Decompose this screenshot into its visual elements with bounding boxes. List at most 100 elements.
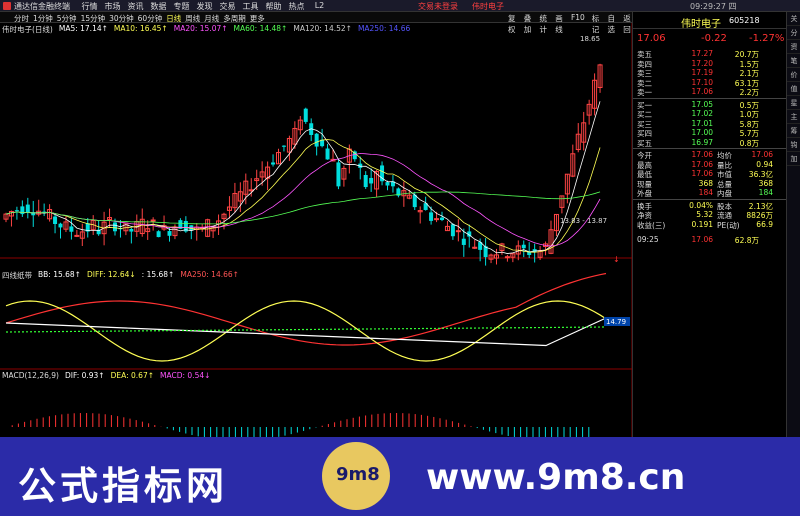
title-bar: 通达信金融终端 行情 市场 资讯 数据 专题 发现 交易 工具 帮助 热点 L2… — [0, 0, 800, 12]
ask-row[interactable]: 卖二 17.10 63.1万 — [633, 78, 793, 88]
divider — [633, 148, 793, 149]
banner-logo: 9m8 — [322, 442, 390, 510]
banner-left-text: 公式指标网 — [18, 464, 229, 508]
ask-price: 17.27 — [691, 49, 713, 58]
indicator-lines — [5, 272, 607, 362]
stat-value: 5.32 — [696, 210, 713, 219]
menu-item[interactable]: 工具 — [239, 1, 262, 12]
menu-item[interactable]: 市场 — [101, 1, 124, 12]
tick-price: 17.06 — [691, 235, 713, 244]
candle-body — [363, 175, 368, 188]
candle-body — [53, 216, 58, 225]
side-tab[interactable]: 价 — [787, 68, 800, 82]
side-tab[interactable]: 筹 — [787, 124, 800, 138]
stat-value: 368 — [758, 178, 773, 188]
period-toolbar: 分时 1分钟 5分钟 15分钟 30分钟 60分钟 日线 周线 月线 多周期 更多 复权 叠加 统计 画线… — [0, 12, 632, 34]
stat-value: 184 — [758, 188, 773, 197]
indicator-line-red — [5, 272, 607, 346]
candle-body — [113, 222, 117, 232]
legend-item: MA20: 15.07↑ — [173, 24, 228, 33]
high-annotation: 18.65 — [580, 35, 600, 43]
divider — [633, 97, 793, 99]
side-tab[interactable]: 钩 — [787, 138, 800, 152]
menu-item[interactable]: 数据 — [147, 1, 170, 12]
tick-time: 09:25 — [637, 235, 659, 244]
candle-body — [150, 219, 156, 222]
ask-price: 17.19 — [691, 68, 713, 77]
candle-body — [271, 162, 276, 165]
banner-logo-text: 9m8 — [336, 464, 380, 485]
candle-body — [429, 212, 434, 221]
side-tab[interactable]: 分 — [787, 26, 800, 40]
tick-row: 09:25 17.06 62.8万 — [633, 235, 793, 245]
app-logo-icon — [3, 2, 11, 10]
signal-icon: ↓ — [613, 255, 620, 264]
price-change-pct: -1.27% — [749, 33, 785, 44]
candle-body — [58, 223, 63, 228]
stat-row: 现量 368 总量 368 — [633, 178, 793, 189]
candle-body — [369, 177, 374, 184]
stat-row: 外盘 184 内盘 184 — [633, 188, 793, 198]
bid-row[interactable]: 买四 17.00 5.7万 — [633, 128, 793, 138]
candle-body — [314, 133, 319, 147]
center-links: 交易未登录 伟时电子 — [418, 1, 504, 12]
legend-item: MA120: 14.52↑ — [293, 24, 352, 33]
side-tab[interactable]: 值 — [787, 82, 800, 96]
price-change: -0.22 — [701, 33, 727, 44]
menu-item[interactable]: 专题 — [170, 1, 193, 12]
candle-body — [385, 182, 390, 186]
side-tab[interactable]: 加 — [787, 152, 800, 166]
bid-row[interactable]: 买五 16.97 0.8万 — [633, 138, 793, 148]
ask-row[interactable]: 卖三 17.19 2.1万 — [633, 68, 793, 78]
bid-row[interactable]: 买一 17.05 0.5万 — [633, 99, 793, 110]
menu-item[interactable]: 热点 — [285, 1, 308, 12]
stat-value: 17.06 — [691, 169, 713, 178]
bid-label: 买五 — [637, 138, 652, 148]
candle-body — [74, 234, 80, 237]
menu-item[interactable]: 交易 — [216, 1, 239, 12]
ask-row[interactable]: 卖五 17.27 20.7万 — [633, 49, 793, 59]
side-tab[interactable]: 星 — [787, 96, 800, 110]
macd-lines — [11, 413, 590, 437]
stat-label: 收益(三) — [637, 220, 666, 230]
quote-header: 伟时电子 605218 — [633, 12, 800, 30]
app-name: 通达信金融终端 — [14, 2, 70, 11]
menu-item[interactable]: 资讯 — [124, 1, 147, 12]
candle-body — [281, 145, 286, 147]
ask-price: 17.20 — [691, 58, 713, 68]
bid-price: 17.02 — [691, 109, 713, 118]
candle-body — [129, 229, 134, 232]
stat-row: 今开 17.06 均价 17.06 — [633, 150, 793, 160]
candle-body — [25, 204, 30, 213]
legend-item: MACD: 0.54↓ — [160, 371, 211, 380]
candle-body — [455, 230, 461, 233]
watermark-banner: 公式指标网 9m8 www.9m8.cn — [0, 437, 800, 516]
menu-item[interactable]: 发现 — [193, 1, 216, 12]
bid-volume: 0.8万 — [739, 138, 759, 148]
menu-item[interactable]: 帮助 — [262, 1, 285, 12]
menu-item[interactable]: 行情 — [78, 1, 101, 12]
ask-row[interactable]: 卖四 17.20 1.5万 — [633, 58, 793, 69]
side-tab[interactable]: 主 — [787, 110, 800, 124]
menu-item[interactable]: L2 — [308, 1, 331, 12]
bid-price: 17.05 — [691, 99, 713, 109]
legend-item: MA10: 16.45↑ — [113, 24, 168, 33]
legend-item: DIF: 0.93↑ — [64, 371, 105, 380]
stock-name-link[interactable]: 伟时电子 — [472, 1, 504, 12]
legend-title: 伟时电子(日线) — [2, 25, 53, 34]
bid-row[interactable]: 买二 17.02 1.0万 — [633, 109, 793, 119]
indicator-legend: 四线纸带 BB: 15.68↑ DIFF: 12.64↓: 15.68↑ MA250:… — [2, 270, 239, 280]
side-tab[interactable]: 资 — [787, 40, 800, 54]
main-menu: 行情 市场 资讯 数据 专题 发现 交易 工具 帮助 热点 L2 — [78, 1, 331, 12]
ask-row[interactable]: 卖一 17.06 2.2万 — [633, 87, 793, 97]
stat-value: 0.191 — [691, 219, 713, 229]
candle-body — [336, 162, 341, 187]
legend-item: MA250: 14.66↑ — [180, 270, 239, 279]
candle-body — [69, 226, 74, 232]
bid-price: 17.01 — [691, 118, 713, 128]
indicator-marker: 14.79 — [606, 318, 626, 326]
login-status-link[interactable]: 交易未登录 — [418, 1, 458, 12]
side-tab[interactable]: 关 — [787, 12, 800, 26]
bid-row[interactable]: 买三 17.01 5.8万 — [633, 118, 793, 129]
side-tab[interactable]: 笔 — [787, 54, 800, 68]
